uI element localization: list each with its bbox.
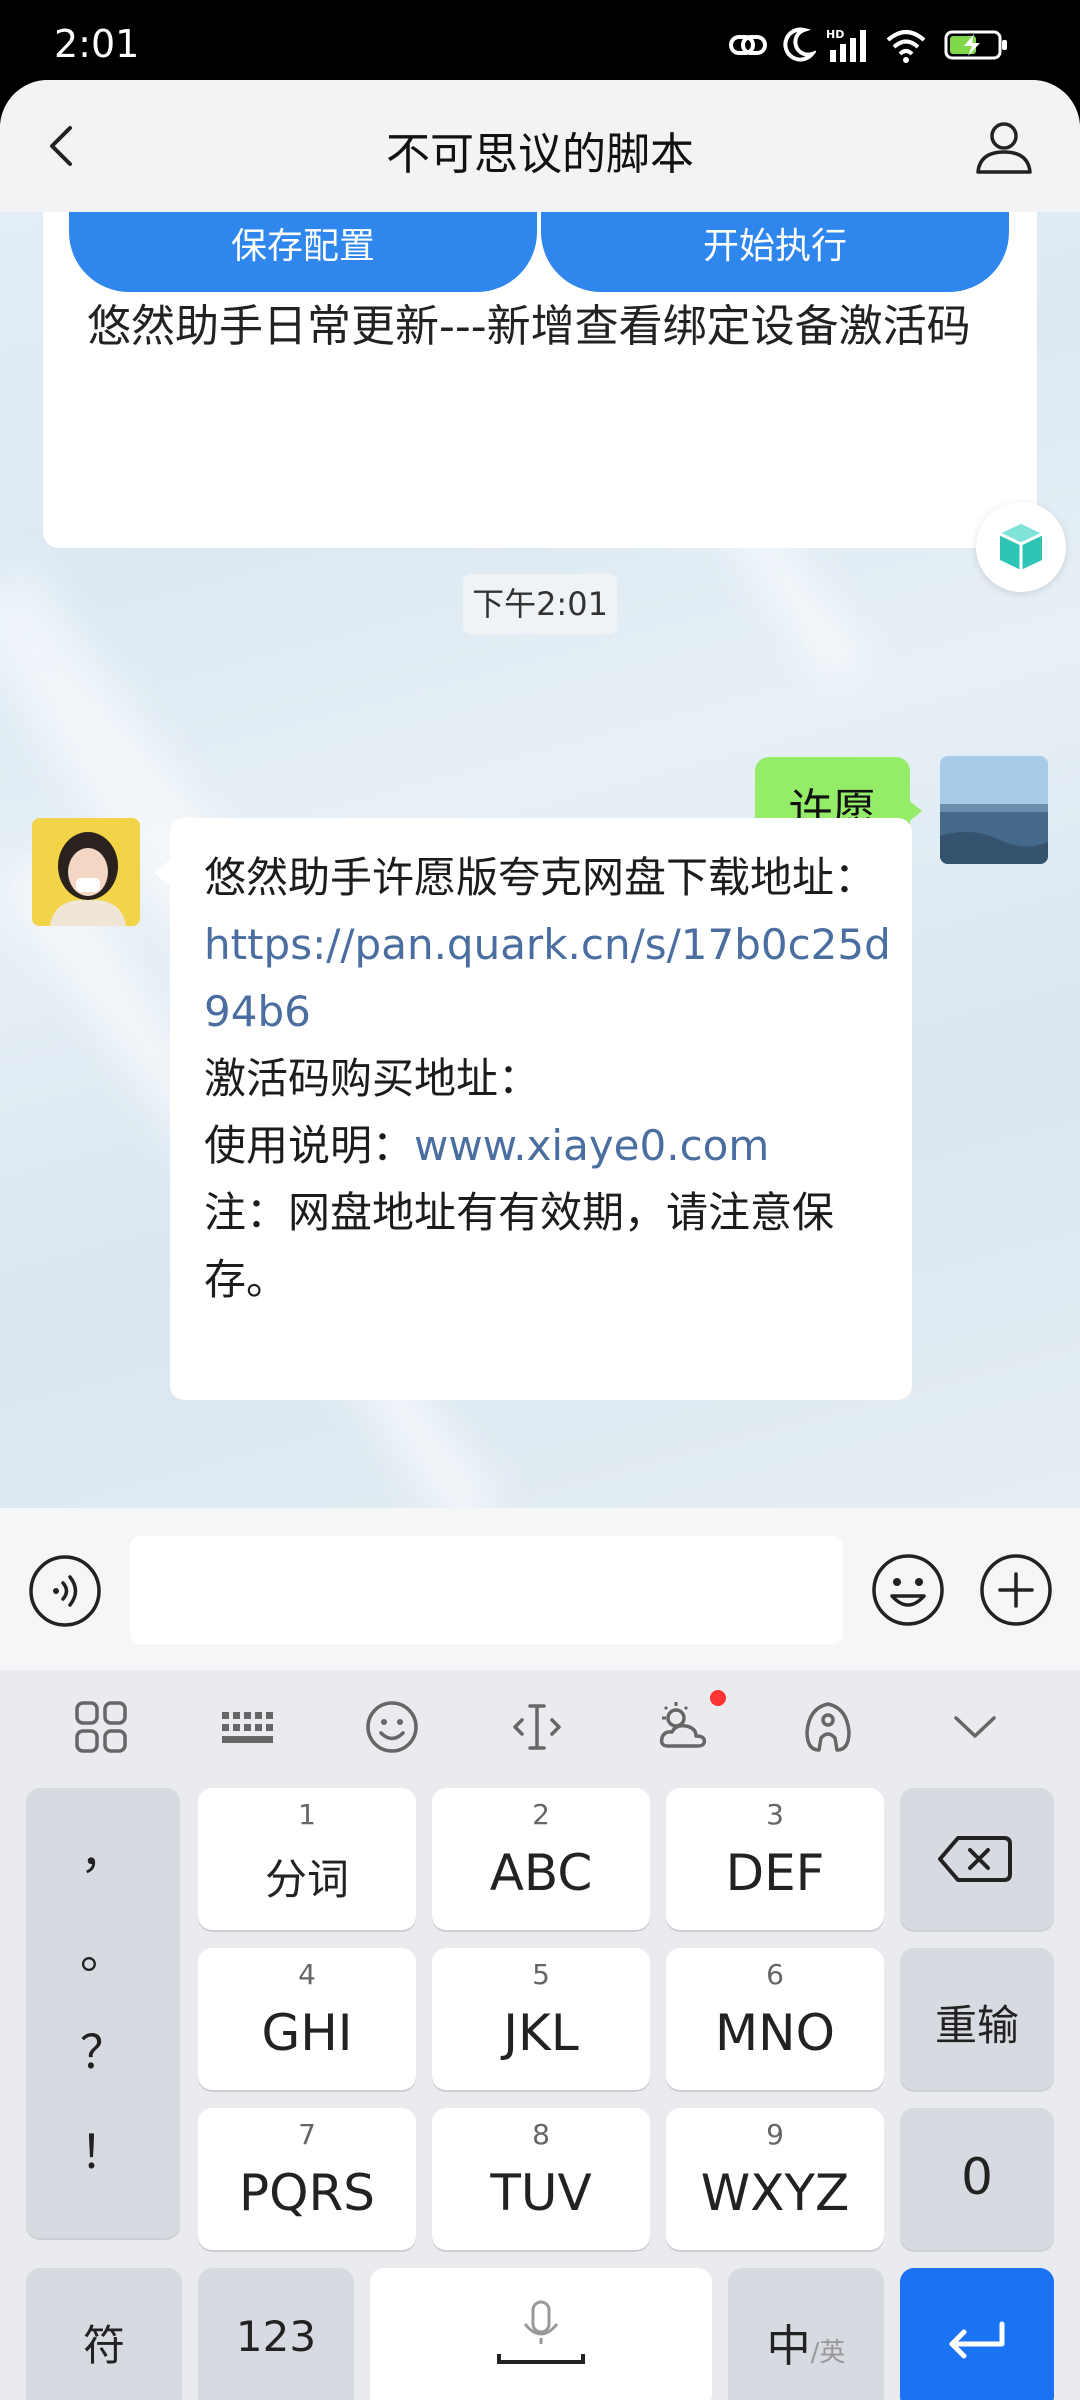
message-input[interactable] <box>130 1536 843 1644</box>
language-key[interactable]: 中/英 <box>728 2268 884 2400</box>
enter-key[interactable] <box>900 2268 1054 2400</box>
key-number: 3 <box>766 1798 784 1831</box>
enter-icon <box>949 2321 1005 2359</box>
key-1[interactable]: 1 分词 <box>198 1788 416 1930</box>
key-number: 1 <box>298 1798 316 1831</box>
my-avatar[interactable] <box>940 756 1048 864</box>
message-timestamp: 下午2:01 <box>463 574 617 634</box>
key-6[interactable]: 6 MNO <box>666 1948 884 2090</box>
ime-keyboard: ， 。 ？ ！ 1 分词 2 ABC 3 DEF 4 GHI 5 JKL 6 M… <box>0 1670 1080 2400</box>
space-key[interactable] <box>370 2268 712 2400</box>
key-label: TUV <box>490 2164 592 2222</box>
start-execute-button[interactable]: 开始执行 <box>541 212 1009 292</box>
key-label: GHI <box>261 2004 353 2062</box>
chat-area[interactable]: 保存配置 开始执行 悠然助手日常更新---新增查看绑定设备激活码 下午2:01 … <box>0 212 1080 1508</box>
website-link[interactable]: www.xiaye0.com <box>414 1121 769 1170</box>
key-sublabel: /英 <box>810 2338 846 2368</box>
battery-charging-icon <box>944 30 1007 60</box>
avatar-image <box>940 756 1048 864</box>
key-label: DEF <box>725 1844 825 1902</box>
incoming-message-text: 悠然助手许愿版夸克网盘下载地址： https://pan.quark.cn/s/1… <box>204 844 894 1313</box>
numbers-key[interactable]: 123 <box>198 2268 354 2400</box>
chat-app: 不可思议的脚本 保存配置 开始执行 悠然助手日常更新---新增查看绑定设备激活码… <box>0 80 1080 2400</box>
punct-comma[interactable]: ， <box>26 1816 180 1882</box>
status-bar: 2:01 HD <box>0 0 1080 82</box>
card-text: 悠然助手日常更新---新增查看绑定设备激活码 <box>87 301 971 352</box>
key-number: 7 <box>298 2118 316 2151</box>
input-bar <box>0 1508 1080 1670</box>
zero-key[interactable]: 0 <box>900 2108 1054 2250</box>
key-label: PQRS <box>239 2164 375 2222</box>
plus-button[interactable] <box>978 1552 1054 1628</box>
cube-icon <box>999 524 1043 570</box>
key-label: 符 <box>82 2321 125 2370</box>
message-line: 使用说明： <box>204 1121 415 1170</box>
key-number: 2 <box>532 1798 550 1831</box>
key-label: JKL <box>503 2004 579 2062</box>
key-label: ABC <box>489 1844 593 1902</box>
svg-text:HD: HD <box>826 28 844 41</box>
key-label: 0 <box>961 2148 993 2206</box>
link-icon <box>729 35 767 55</box>
emoji-icon[interactable] <box>363 1698 421 1756</box>
voice-button[interactable] <box>28 1554 102 1628</box>
notification-dot <box>710 1690 726 1706</box>
punct-question[interactable]: ？ <box>26 2016 180 2082</box>
key-7[interactable]: 7 PQRS <box>198 2108 416 2250</box>
bubble-tail <box>906 798 922 824</box>
key-5[interactable]: 5 JKL <box>432 1948 650 2090</box>
key-number: 5 <box>532 1958 550 1991</box>
bubble-tail <box>154 860 170 886</box>
skin-icon[interactable] <box>799 1698 857 1756</box>
cursor-icon[interactable] <box>508 1698 566 1756</box>
chat-title: 不可思议的脚本 <box>386 129 694 180</box>
backspace-key[interactable] <box>900 1788 1054 1930</box>
punct-period[interactable]: 。 <box>26 1916 180 1982</box>
wifi-icon <box>886 30 926 63</box>
key-label: WXYZ <box>700 2164 850 2222</box>
key-number: 9 <box>766 2118 784 2151</box>
profile-button[interactable] <box>972 114 1036 178</box>
backspace-icon <box>938 1836 1012 1882</box>
keyboard-icon[interactable] <box>218 1698 276 1756</box>
emoji-button[interactable] <box>870 1552 946 1628</box>
grid-icon[interactable] <box>72 1698 130 1756</box>
key-label: 123 <box>235 2312 317 2361</box>
key-3[interactable]: 3 DEF <box>666 1788 884 1930</box>
key-9[interactable]: 9 WXYZ <box>666 2108 884 2250</box>
message-line: 悠然助手许愿版夸克网盘下载地址： <box>204 853 877 902</box>
key-8[interactable]: 8 TUV <box>432 2108 650 2250</box>
key-label: 中 <box>766 2321 811 2372</box>
incoming-message-bubble[interactable]: 悠然助手许愿版夸克网盘下载地址： https://pan.quark.cn/s/1… <box>170 818 912 1400</box>
key-label: 分词 <box>264 1855 349 1904</box>
key-2[interactable]: 2 ABC <box>432 1788 650 1930</box>
chevron-down-icon[interactable] <box>946 1698 1004 1756</box>
status-time: 2:01 <box>54 22 140 66</box>
script-card: 保存配置 开始执行 悠然助手日常更新---新增查看绑定设备激活码 <box>43 212 1037 548</box>
key-label: MNO <box>715 2004 835 2062</box>
reenter-key[interactable]: 重输 <box>900 1948 1054 2090</box>
avatar-image <box>32 818 140 926</box>
key-number: 4 <box>298 1958 316 1991</box>
hd-signal-icon: HD <box>826 28 866 62</box>
key-label: 重输 <box>934 2001 1019 2050</box>
symbol-key[interactable]: 符 <box>26 2268 182 2400</box>
key-number: 6 <box>766 1958 784 1991</box>
message-line: 注：网盘地址有有效期，请注意保存。 <box>204 1188 835 1304</box>
punctuation-column[interactable]: ， 。 ？ ！ <box>26 1788 180 2238</box>
bot-avatar[interactable] <box>32 818 140 926</box>
quark-link[interactable]: https://pan.quark.cn/s/17b0c25d94b6 <box>204 920 891 1036</box>
moon-icon <box>783 27 816 62</box>
message-line: 激活码购买地址： <box>204 1054 541 1103</box>
chat-header: 不可思议的脚本 <box>0 80 1080 212</box>
key-4[interactable]: 4 GHI <box>198 1948 416 2090</box>
microphone-icon <box>497 2300 585 2364</box>
save-config-button[interactable]: 保存配置 <box>69 212 537 292</box>
floating-assistant-button[interactable] <box>976 502 1066 592</box>
weather-icon[interactable] <box>654 1698 712 1756</box>
key-number: 8 <box>532 2118 550 2151</box>
punct-exclaim[interactable]: ！ <box>26 2116 180 2182</box>
